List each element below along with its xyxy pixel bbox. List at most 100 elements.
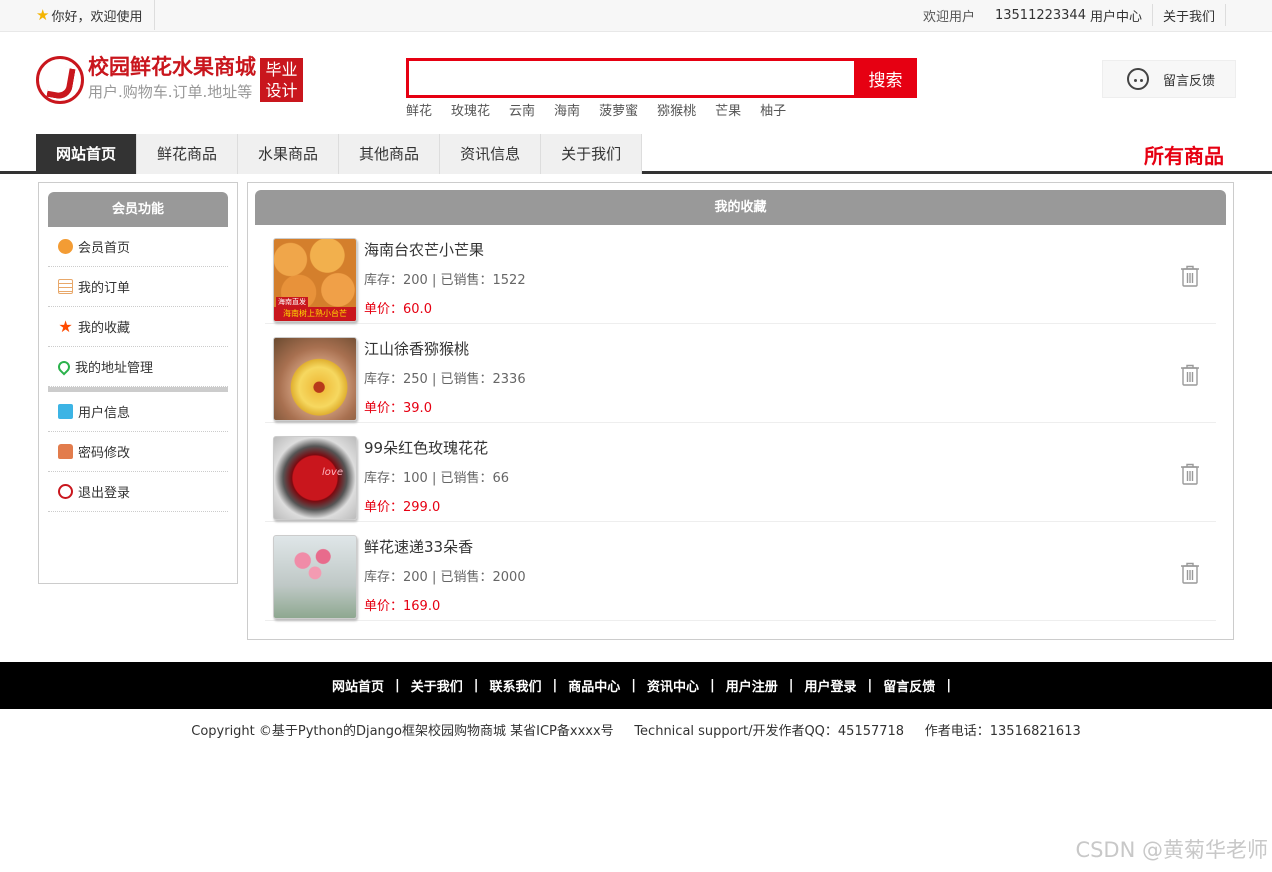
footer-link-register[interactable]: 用户注册 xyxy=(715,676,789,695)
hotword-link[interactable]: 玫瑰花 xyxy=(451,100,490,119)
thumbnail-tag: 海南直发 xyxy=(276,297,308,307)
home-icon xyxy=(58,239,73,254)
user-info-icon xyxy=(58,404,73,419)
star-icon: ★ xyxy=(36,6,50,24)
list-item: love 99朵红色玫瑰花花 库存：100 | 已销售：66 单价：299.0 xyxy=(265,423,1216,522)
hot-keywords: 鲜花 玫瑰花 云南 海南 菠萝蜜 猕猴桃 芒果 柚子 xyxy=(406,100,917,119)
product-name[interactable]: 海南台农芒小芒果 xyxy=(364,239,526,261)
sold-label: | 已销售： xyxy=(427,372,493,387)
price-value: 299.0 xyxy=(403,500,441,515)
sidebar-item-label: 会员首页 xyxy=(78,241,131,256)
location-icon xyxy=(55,358,73,375)
stock-label: 库存： xyxy=(364,471,404,486)
product-thumbnail[interactable]: love xyxy=(273,436,357,520)
product-thumbnail[interactable] xyxy=(273,337,357,421)
feedback-button[interactable]: 留言反馈 xyxy=(1102,60,1236,98)
stock-label: 库存： xyxy=(364,273,404,288)
nav-item-others[interactable]: 其他商品 xyxy=(339,134,441,174)
footer-link-about[interactable]: 关于我们 xyxy=(400,676,474,695)
sidebar-item-label: 我的地址管理 xyxy=(75,361,154,376)
list-item: 江山徐香猕猴桃 库存：250 | 已销售：2336 单价：39.0 xyxy=(265,324,1216,423)
sidebar-item-logout[interactable]: 退出登录 xyxy=(48,472,228,512)
trash-icon[interactable] xyxy=(1180,562,1200,584)
site-logo[interactable]: 校园鲜花水果商城 用户.购物车.订单.地址等 毕业 设计 xyxy=(36,54,303,104)
site-subtitle: 用户.购物车.订单.地址等 xyxy=(88,83,253,101)
product-name[interactable]: 鲜花速递33朵香 xyxy=(364,536,526,558)
divider xyxy=(1225,4,1226,26)
badge-line: 毕业 xyxy=(265,60,298,79)
badge-line: 设计 xyxy=(265,81,298,100)
sidebar-item-favorites[interactable]: ★ 我的收藏 xyxy=(48,307,228,347)
member-sidebar: 会员功能 会员首页 我的订单 ★ 我的收藏 我的地址管理 用户信息 密码修改 退… xyxy=(38,182,238,584)
nav-item-fruits[interactable]: 水果商品 xyxy=(238,134,340,174)
price-label: 单价： xyxy=(364,302,404,317)
all-goods-link[interactable]: 所有商品 xyxy=(1144,140,1224,169)
footer-links: 网站首页 | 关于我们 | 联系我们 | 商品中心 | 资讯中心 | 用户注册 | 用户登录… xyxy=(0,662,1272,709)
price-value: 39.0 xyxy=(403,401,432,416)
price-label: 单价： xyxy=(364,401,404,416)
about-link[interactable]: 关于我们 xyxy=(1153,6,1225,25)
footer-link-news[interactable]: 资讯中心 xyxy=(636,676,710,695)
star-icon: ★ xyxy=(58,317,73,336)
footer-link-contact[interactable]: 联系我们 xyxy=(478,676,552,695)
stock-value: 200 xyxy=(403,273,428,288)
favorites-panel: 我的收藏 海南直发 海南树上熟小台芒 海南台农芒小芒果 库存：200 | 已销售… xyxy=(247,182,1234,640)
sold-value: 2336 xyxy=(492,372,526,387)
sidebar-item-password[interactable]: 密码修改 xyxy=(48,432,228,472)
hotword-link[interactable]: 海南 xyxy=(554,100,580,119)
sidebar-item-label: 用户信息 xyxy=(78,406,131,421)
sidebar-item-label: 我的收藏 xyxy=(78,321,131,336)
top-user-links: 欢迎用户 13511223344 用户中心 关于我们 xyxy=(913,0,1226,30)
sidebar-item-user-info[interactable]: 用户信息 xyxy=(48,392,228,432)
product-thumbnail[interactable]: 海南直发 海南树上熟小台芒 xyxy=(273,238,357,322)
greeting-text: 你好，欢迎使用 xyxy=(51,9,143,25)
feedback-label: 留言反馈 xyxy=(1163,73,1216,89)
product-stock: 库存：200 | 已销售：2000 xyxy=(364,566,526,585)
sold-label: | 已销售： xyxy=(427,570,493,585)
product-name[interactable]: 江山徐香猕猴桃 xyxy=(364,338,526,360)
nav-item-home[interactable]: 网站首页 xyxy=(36,134,138,174)
footer-link-goods[interactable]: 商品中心 xyxy=(557,676,631,695)
product-stock: 库存：100 | 已销售：66 xyxy=(364,467,509,486)
main-nav: 网站首页 鲜花商品 水果商品 其他商品 资讯信息 关于我们 所有商品 xyxy=(0,132,1272,174)
price-label: 单价： xyxy=(364,500,404,515)
copyright: Copyright ©基于Python的Django框架校园购物商城 某省ICP… xyxy=(0,720,1272,739)
stock-value: 100 xyxy=(403,471,428,486)
search-button[interactable]: 搜索 xyxy=(854,58,917,98)
trash-icon[interactable] xyxy=(1180,265,1200,287)
greeting: ★ 你好，欢迎使用 xyxy=(36,0,156,30)
user-center-link[interactable]: 用户中心 xyxy=(1090,6,1152,25)
customer-service-icon xyxy=(1127,68,1149,90)
nav-item-news[interactable]: 资讯信息 xyxy=(440,134,542,174)
search-input[interactable] xyxy=(406,58,854,98)
nav-item-about[interactable]: 关于我们 xyxy=(541,134,643,174)
phone-text: 作者电话：13516821613 xyxy=(924,724,1081,739)
site-title: 校园鲜花水果商城 xyxy=(88,55,256,79)
order-icon xyxy=(58,279,73,294)
sold-value: 2000 xyxy=(492,570,526,585)
product-stock: 库存：250 | 已销售：2336 xyxy=(364,368,526,387)
hotword-link[interactable]: 芒果 xyxy=(715,100,741,119)
product-thumbnail[interactable] xyxy=(273,535,357,619)
trash-icon[interactable] xyxy=(1180,463,1200,485)
product-price: 单价：299.0 xyxy=(364,496,509,515)
sidebar-item-orders[interactable]: 我的订单 xyxy=(48,267,228,307)
nav-item-flowers[interactable]: 鲜花商品 xyxy=(137,134,239,174)
hotword-link[interactable]: 柚子 xyxy=(760,100,786,119)
sidebar-item-member-home[interactable]: 会员首页 xyxy=(48,227,228,267)
footer-link-home[interactable]: 网站首页 xyxy=(321,676,395,695)
sold-value: 66 xyxy=(492,471,510,486)
panel-title: 我的收藏 xyxy=(255,190,1226,225)
search-area: 搜索 鲜花 玫瑰花 云南 海南 菠萝蜜 猕猴桃 芒果 柚子 xyxy=(406,58,917,119)
stock-label: 库存： xyxy=(364,570,404,585)
hotword-link[interactable]: 菠萝蜜 xyxy=(599,100,638,119)
footer-link-feedback[interactable]: 留言反馈 xyxy=(872,676,946,695)
hotword-link[interactable]: 猕猴桃 xyxy=(657,100,696,119)
hotword-link[interactable]: 鲜花 xyxy=(406,100,432,119)
product-name[interactable]: 99朵红色玫瑰花花 xyxy=(364,437,509,459)
sidebar-item-addresses[interactable]: 我的地址管理 xyxy=(48,347,228,387)
trash-icon[interactable] xyxy=(1180,364,1200,386)
hotword-link[interactable]: 云南 xyxy=(509,100,535,119)
footer-link-login[interactable]: 用户登录 xyxy=(794,676,868,695)
product-price: 单价：169.0 xyxy=(364,595,526,614)
